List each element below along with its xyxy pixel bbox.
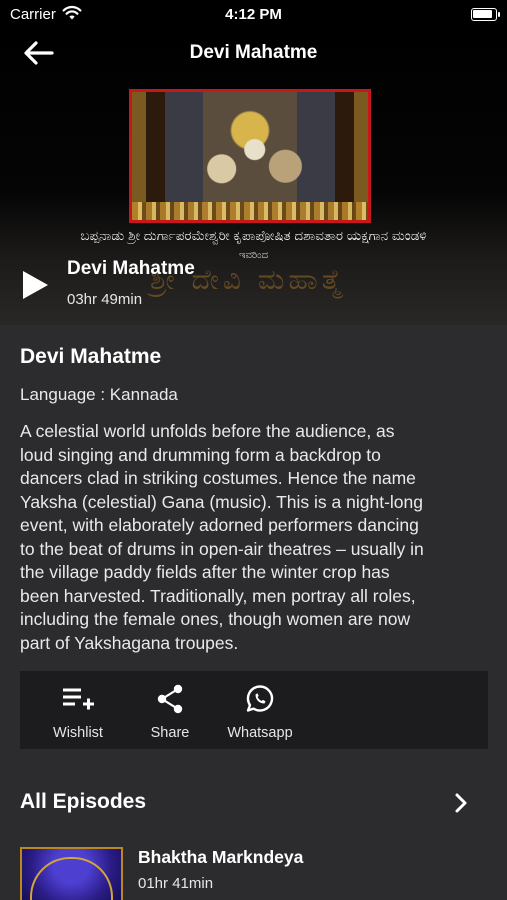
description-line: loud singing and drumming form a backdro…	[20, 444, 381, 465]
share-icon	[157, 684, 183, 714]
episode-thumbnail	[20, 847, 123, 900]
banner-line: ಬಪ್ಪನಾಡು ಶ್ರೀ ದುರ್ಗಾಪರಮೇಶ್ವರೀ ಕೃಪಾಪೋಷಿತ …	[80, 228, 427, 243]
episode-duration: 01hr 41min	[138, 875, 214, 892]
show-poster-image	[129, 89, 371, 223]
hero-banner[interactable]: Devi Mahatme ಬಪ್ಪನಾಡು ಶ್ರೀ ದುರ್ಗಾಪರಮೇಶ್ವ…	[0, 30, 507, 325]
whatsapp-label: Whatsapp	[227, 725, 293, 741]
battery-icon	[471, 8, 500, 21]
description-line: to the beat of drums in open-air theatre…	[20, 538, 424, 559]
details-panel: Devi Mahatme Language : Kannada A celest…	[0, 325, 507, 900]
episode-item[interactable]: Bhaktha Markndeya 01hr 41min	[20, 847, 490, 900]
description-line: including the female ones, though women …	[20, 609, 411, 629]
chevron-right-icon[interactable]	[450, 792, 472, 814]
playlist-add-icon	[63, 688, 94, 710]
language-label: Language : Kannada	[20, 385, 178, 404]
show-title: Devi Mahatme	[20, 345, 162, 368]
whatsapp-button[interactable]: Whatsapp	[218, 671, 302, 749]
description-line: Yaksha (celestial) Gana (music). This is…	[20, 491, 423, 512]
status-bar: Carrier 4:12 PM	[0, 0, 507, 30]
clock: 4:12 PM	[225, 6, 282, 23]
description-line: A celestial world unfolds before the aud…	[20, 421, 395, 441]
action-bar: Wishlist Share Whatsapp	[20, 671, 488, 749]
share-button[interactable]: Share	[142, 671, 198, 749]
hero-duration: 03hr 49min	[67, 291, 143, 308]
whatsapp-icon	[246, 685, 274, 712]
play-icon[interactable]	[20, 269, 50, 301]
description-line: event, with elaborately adorned performe…	[20, 515, 419, 535]
share-label: Share	[150, 725, 190, 741]
description-line: dancers clad in striking costumes. Hence…	[20, 468, 416, 488]
hero-title: Devi Mahatme	[67, 258, 195, 279]
episode-title: Bhaktha Markndeya	[138, 847, 304, 867]
description-line: part of Yakshagana troupes.	[20, 632, 239, 653]
show-description: A celestial world unfolds before the aud…	[20, 420, 490, 655]
wishlist-button[interactable]: Wishlist	[40, 671, 116, 749]
wishlist-label: Wishlist	[53, 725, 103, 741]
episodes-section-title: All Episodes	[20, 790, 147, 813]
page-title: Devi Mahatme	[189, 42, 318, 63]
description-line: the village paddy fields after the winte…	[20, 562, 390, 582]
description-line: been harvested. Traditionally, men portr…	[20, 585, 416, 606]
nav-bar: Devi Mahatme	[0, 30, 507, 76]
